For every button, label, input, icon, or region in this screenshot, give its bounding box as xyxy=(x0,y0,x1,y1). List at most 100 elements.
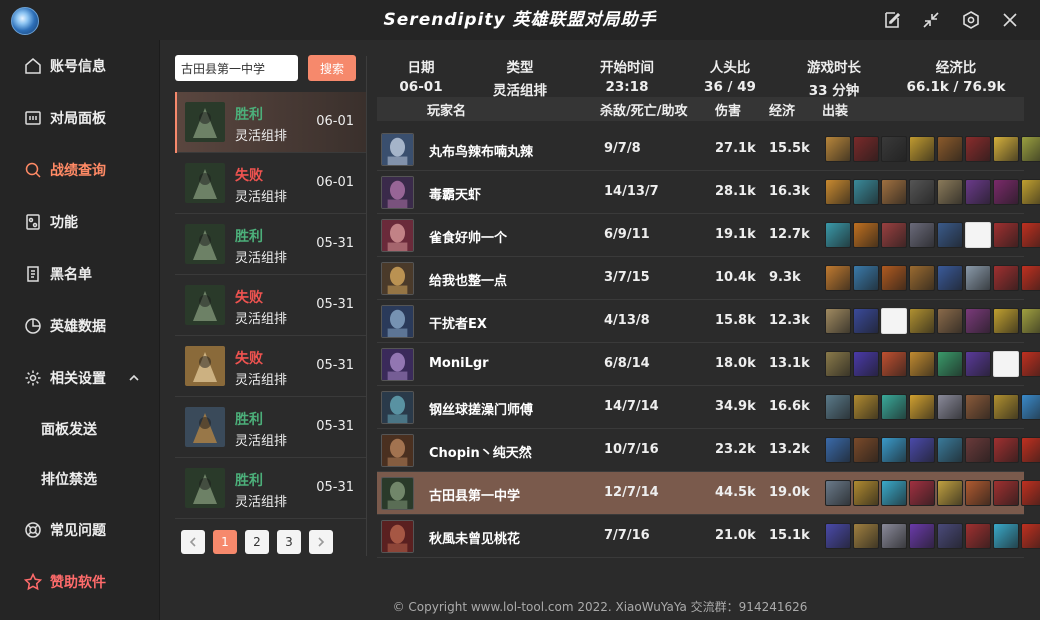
player-damage: 34.9k xyxy=(715,399,756,414)
page-button-1[interactable]: 1 xyxy=(213,530,237,554)
sidebar-item-functions[interactable]: 功能 xyxy=(0,200,160,244)
sidebar-item-account[interactable]: 账号信息 xyxy=(0,44,160,88)
sidebar-item-hero-data[interactable]: 英雄数据 xyxy=(0,304,160,348)
table-row[interactable]: 干扰者EX 4/13/8 15.8k 12.3k xyxy=(377,300,1040,343)
table-row[interactable]: 给我也整一点 3/7/15 10.4k 9.3k xyxy=(377,257,1040,300)
sidebar-item-ban-pick[interactable]: 排位禁选 xyxy=(0,457,160,501)
player-name[interactable]: 雀食好帅一个 xyxy=(429,227,507,246)
champion-portrait xyxy=(185,163,225,203)
match-date: 05-31 xyxy=(316,236,354,251)
item-icon xyxy=(937,179,963,205)
item-icon xyxy=(825,480,851,506)
item-icon xyxy=(853,136,879,162)
player-avatar xyxy=(381,219,414,252)
item-icon xyxy=(965,265,991,291)
item-icon xyxy=(937,394,963,420)
col-player: 玩家名 xyxy=(427,104,467,119)
player-avatar xyxy=(381,348,414,381)
item-icon xyxy=(909,480,935,506)
item-icon xyxy=(965,437,991,463)
item-icon xyxy=(853,437,879,463)
sidebar-item-blacklist[interactable]: 黑名单 xyxy=(0,252,160,296)
page-button-2[interactable]: 2 xyxy=(245,530,269,554)
table-row[interactable]: 钢丝球搓澡门师傅 14/7/14 34.9k 16.6k xyxy=(377,386,1040,429)
match-date: 05-31 xyxy=(316,297,354,312)
item-icon xyxy=(1021,351,1040,377)
item-icon xyxy=(1021,136,1040,162)
item-icon xyxy=(825,308,851,334)
sidebar-item-record-search[interactable]: 战绩查询 xyxy=(0,148,160,192)
match-item[interactable]: 失败 灵活组排 06-01 xyxy=(175,153,366,214)
sidebar-item-sponsor[interactable]: 赞助软件 xyxy=(0,560,160,604)
next-page-button[interactable] xyxy=(309,530,333,554)
player-name[interactable]: 给我也整一点 xyxy=(429,270,507,289)
prev-page-button[interactable] xyxy=(181,530,205,554)
close-icon[interactable] xyxy=(998,8,1022,32)
sidebar: 账号信息 对局面板 战绩查询 功能 黑名单 英雄数据 相关设置 面板发送 排位禁… xyxy=(0,40,160,620)
player-name[interactable]: 丸布鸟辣布喃丸辣 xyxy=(429,141,533,160)
player-kda: 4/13/8 xyxy=(604,313,650,328)
table-row[interactable]: 毒霸天虾 14/13/7 28.1k 16.3k xyxy=(377,171,1040,214)
match-item[interactable]: 失败 灵活组排 05-31 xyxy=(175,336,366,397)
item-icon xyxy=(993,394,1019,420)
search-button[interactable]: 搜索 xyxy=(308,55,356,81)
item-icon xyxy=(993,179,1019,205)
item-icon xyxy=(881,394,907,420)
chevron-up-icon xyxy=(128,372,140,384)
summary-type: 类型 灵活组排 xyxy=(493,60,547,99)
player-damage: 28.1k xyxy=(715,184,756,199)
match-result: 失败 xyxy=(235,351,263,367)
match-item[interactable]: 失败 灵活组排 05-31 xyxy=(175,275,366,336)
player-kda: 10/7/16 xyxy=(604,442,659,457)
player-name[interactable]: 秋風未曾见桃花 xyxy=(429,528,520,547)
table-row[interactable]: 丸布鸟辣布喃丸辣 9/7/8 27.1k 15.5k xyxy=(377,128,1040,171)
edit-icon[interactable] xyxy=(880,8,904,32)
table-row[interactable]: Chopin丶纯天然 10/7/16 23.2k 13.2k xyxy=(377,429,1040,472)
sidebar-item-panel-send[interactable]: 面板发送 xyxy=(0,407,160,451)
item-icon xyxy=(909,351,935,377)
player-damage: 15.8k xyxy=(715,313,756,328)
page-button-3[interactable]: 3 xyxy=(277,530,301,554)
document-icon xyxy=(24,265,42,283)
settings-icon[interactable] xyxy=(959,8,983,32)
table-row[interactable]: 秋風未曾见桃花 7/7/16 21.0k 15.1k xyxy=(377,515,1040,558)
match-item[interactable]: 胜利 灵活组排 05-31 xyxy=(175,214,366,275)
champion-portrait xyxy=(185,468,225,508)
item-icon xyxy=(993,437,1019,463)
player-items xyxy=(825,523,1040,549)
player-name[interactable]: 古田县第一中学 xyxy=(429,485,520,504)
table-row[interactable]: 雀食好帅一个 6/9/11 19.1k 12.7k xyxy=(377,214,1040,257)
table-row[interactable]: MoniLgr 6/8/14 18.0k 13.1k xyxy=(377,343,1040,386)
player-name[interactable]: Chopin丶纯天然 xyxy=(429,442,532,461)
match-item[interactable]: 胜利 灵活组排 05-31 xyxy=(175,458,366,519)
item-icon xyxy=(993,136,1019,162)
item-icon xyxy=(993,265,1019,291)
player-name[interactable]: 钢丝球搓澡门师傅 xyxy=(429,399,533,418)
match-item[interactable]: 胜利 灵活组排 06-01 xyxy=(175,92,366,153)
item-icon xyxy=(881,222,907,248)
item-icon xyxy=(881,179,907,205)
minimize-icon[interactable] xyxy=(919,8,943,32)
col-items: 出装 xyxy=(822,104,849,119)
player-gold: 15.1k xyxy=(769,528,810,543)
player-name[interactable]: 毒霸天虾 xyxy=(429,184,481,203)
table-row[interactable]: 古田县第一中学 12/7/14 44.5k 19.0k xyxy=(377,472,1040,515)
sidebar-item-match-panel[interactable]: 对局面板 xyxy=(0,96,160,140)
sidebar-item-settings[interactable]: 相关设置 xyxy=(0,356,160,400)
match-date: 05-31 xyxy=(316,419,354,434)
sidebar-item-label: 黑名单 xyxy=(50,267,92,283)
item-icon xyxy=(965,394,991,420)
item-icon xyxy=(825,136,851,162)
player-name[interactable]: MoniLgr xyxy=(429,356,489,371)
gear-icon xyxy=(24,369,42,387)
item-icon xyxy=(937,265,963,291)
match-item[interactable]: 胜利 灵活组排 05-31 xyxy=(175,397,366,458)
player-name[interactable]: 干扰者EX xyxy=(429,313,487,332)
player-items xyxy=(825,480,1040,506)
item-icon xyxy=(881,523,907,549)
sidebar-item-label: 常见问题 xyxy=(50,523,106,539)
item-icon xyxy=(937,480,963,506)
title-bar: Serendipity 英雄联盟对局助手 xyxy=(0,0,1040,40)
sidebar-item-faq[interactable]: 常见问题 xyxy=(0,508,160,552)
search-input[interactable] xyxy=(175,55,298,81)
